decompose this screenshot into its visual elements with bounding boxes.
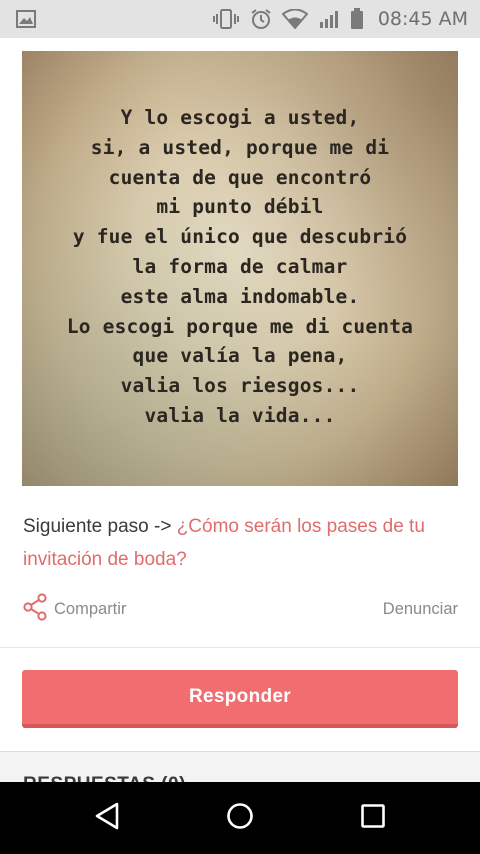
next-step-text: Siguiente paso -> ¿Cómo serán los pases … bbox=[23, 510, 463, 576]
recents-icon bbox=[360, 803, 386, 834]
quote-line: cuenta de que encontró bbox=[108, 165, 372, 189]
recents-button[interactable] bbox=[343, 788, 403, 848]
post-actions: Compartir Denunciar bbox=[23, 592, 458, 626]
clock: 08:45 AM bbox=[377, 8, 468, 30]
quote-text: Y lo escogi a usted, si, a usted, porque… bbox=[22, 103, 458, 431]
quote-line: este alma indomable. bbox=[120, 284, 360, 308]
quote-line: mi punto débil bbox=[156, 195, 324, 219]
home-button[interactable] bbox=[210, 788, 270, 848]
quote-line: que valía la pena, bbox=[132, 344, 348, 368]
quote-line: valia la vida... bbox=[144, 403, 336, 427]
share-label: Compartir bbox=[54, 599, 127, 618]
divider bbox=[0, 647, 480, 648]
reply-button[interactable]: Responder bbox=[22, 670, 458, 728]
alarm-icon bbox=[250, 8, 272, 30]
quote-image[interactable]: Y lo escogi a usted, si, a usted, porque… bbox=[22, 51, 458, 486]
quote-line: valia los riesgos... bbox=[120, 374, 360, 398]
quote-line: y fue el único que descubrió bbox=[72, 225, 408, 249]
share-button[interactable]: Compartir bbox=[23, 592, 127, 626]
wifi-icon bbox=[281, 9, 308, 29]
back-icon bbox=[93, 801, 121, 836]
image-icon bbox=[16, 10, 36, 28]
responses-title: RESPUESTAS (0) bbox=[23, 774, 186, 782]
signal-icon bbox=[318, 9, 340, 29]
vibrate-icon bbox=[212, 9, 240, 29]
quote-line: Y lo escogi a usted, bbox=[120, 106, 360, 129]
share-icon bbox=[23, 592, 47, 626]
next-step-prefix: Siguiente paso -> bbox=[23, 516, 177, 537]
back-button[interactable] bbox=[77, 788, 137, 848]
responses-section: RESPUESTAS (0) bbox=[0, 752, 480, 782]
battery-icon bbox=[350, 8, 364, 30]
status-bar: 08:45 AM bbox=[0, 0, 480, 38]
home-icon bbox=[225, 801, 255, 836]
quote-line: la forma de calmar bbox=[132, 254, 348, 278]
navigation-bar bbox=[0, 782, 480, 854]
quote-line: Lo escogi porque me di cuenta bbox=[66, 314, 414, 338]
report-button[interactable]: Denunciar bbox=[383, 600, 458, 619]
quote-line: si, a usted, porque me di bbox=[90, 135, 390, 159]
